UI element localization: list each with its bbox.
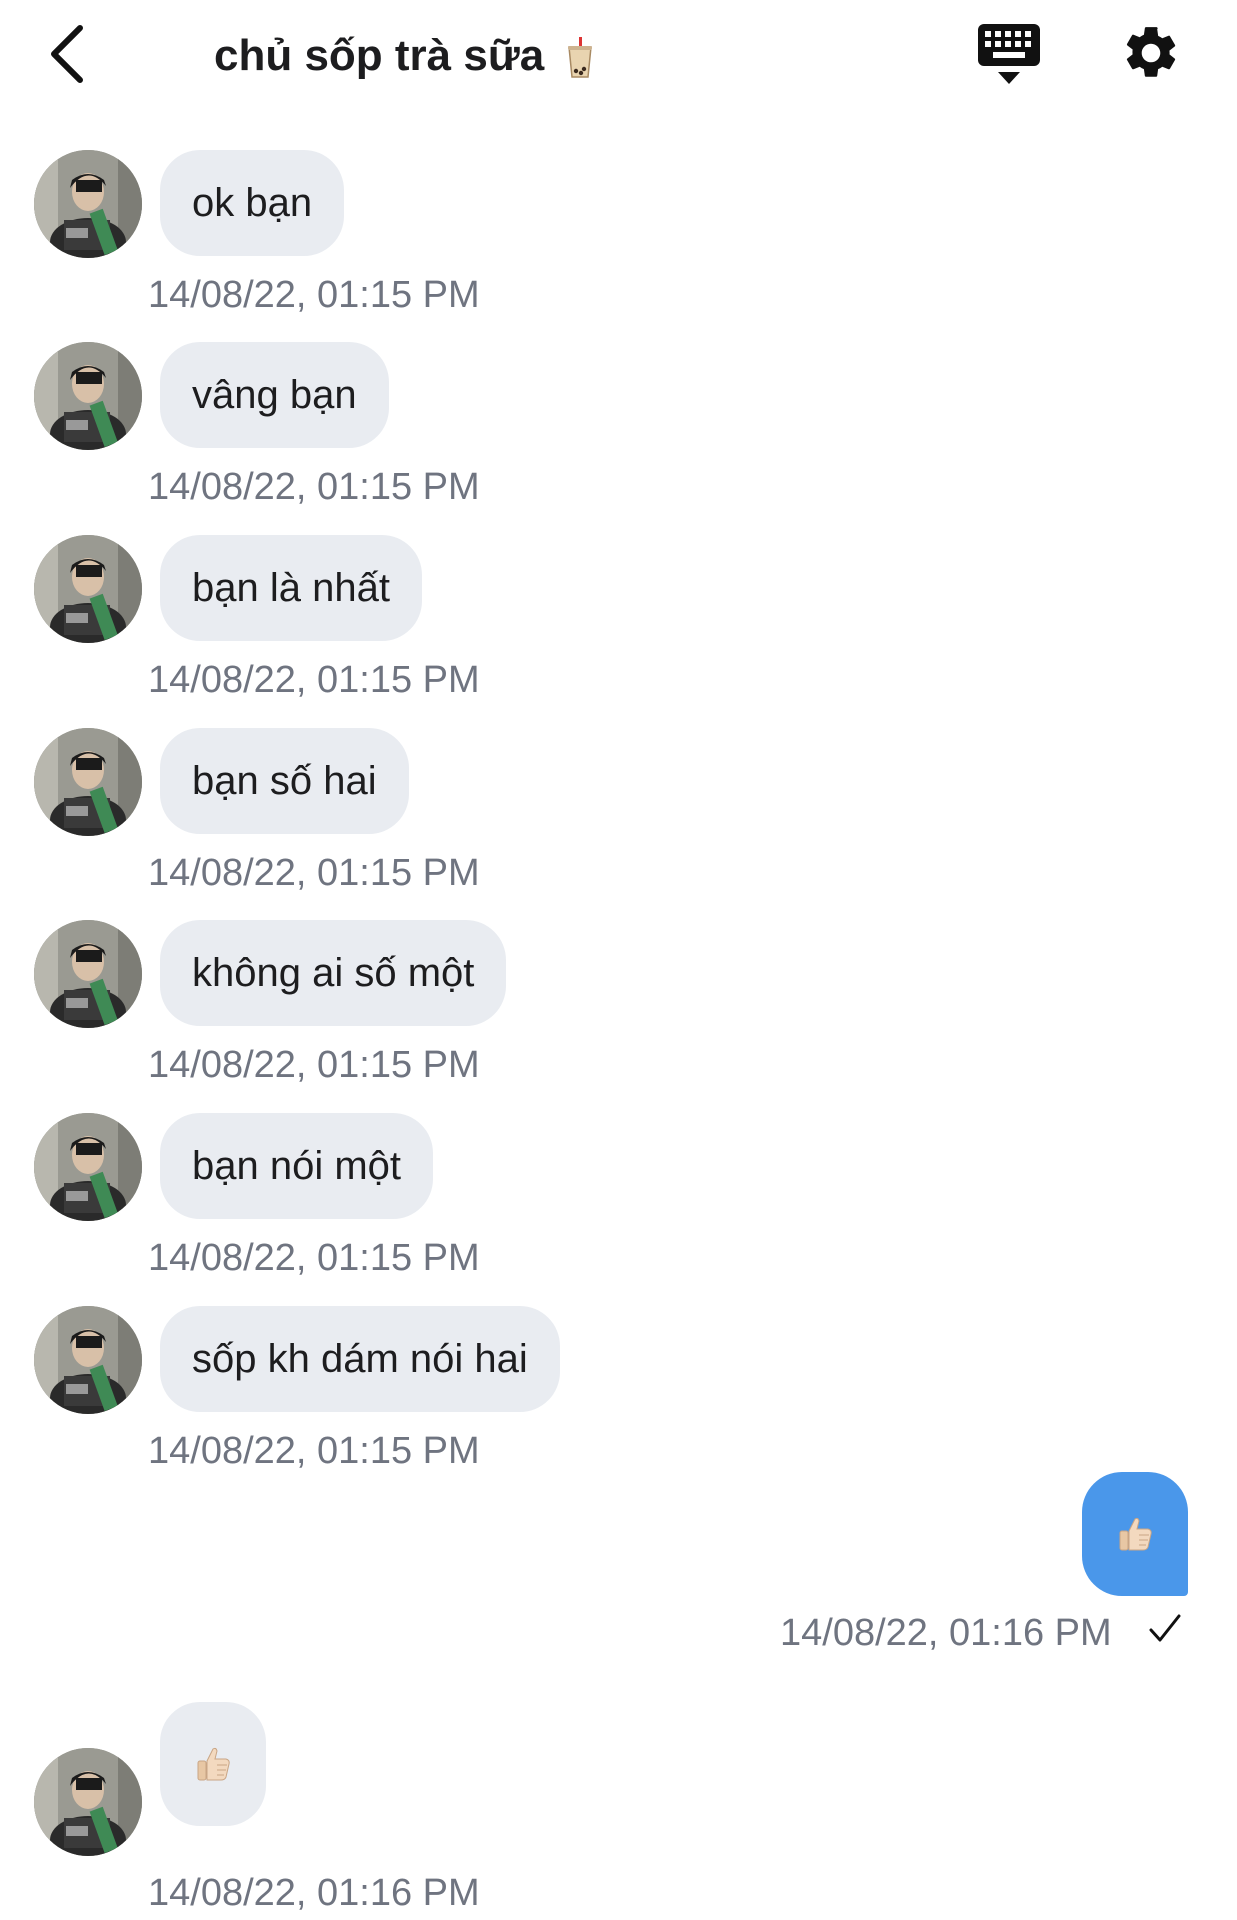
bubble-tea-icon [568, 37, 593, 79]
user-photo [34, 150, 142, 258]
incoming-message-bubble[interactable]: không ai số một [160, 920, 507, 1026]
message-timestamp: 14/08/22, 01:16 PM [780, 1612, 1112, 1654]
avatar[interactable] [34, 1306, 142, 1414]
user-photo [34, 1306, 142, 1414]
avatar[interactable] [34, 150, 142, 258]
chat-title: chủ sốp trà sữa [214, 26, 594, 86]
outgoing-message-bubble[interactable] [1082, 1472, 1188, 1596]
message-text: vâng bạn [192, 373, 357, 417]
message-text: không ai số một [192, 951, 475, 995]
message-text: bạn là nhất [192, 566, 390, 610]
incoming-message-bubble[interactable] [160, 1702, 266, 1826]
incoming-message-bubble[interactable]: bạn số hai [160, 728, 409, 834]
avatar[interactable] [34, 728, 142, 836]
keyboard-icon [978, 24, 1040, 84]
incoming-message-bubble[interactable]: ok bạn [160, 150, 345, 256]
checkmark-icon [1149, 1614, 1181, 1642]
user-photo [34, 1113, 142, 1221]
incoming-message-bubble[interactable]: bạn là nhất [160, 535, 422, 641]
avatar[interactable] [34, 920, 142, 1028]
message-timestamp: 14/08/22, 01:15 PM [148, 659, 480, 701]
keyboard-toggle-button[interactable] [976, 22, 1042, 88]
chat-title-text: chủ sốp trà sữa [214, 31, 545, 80]
incoming-message-bubble[interactable]: sốp kh dám nói hai [160, 1306, 560, 1412]
chat-header: chủ sốp trà sữa [0, 0, 1237, 112]
message-timestamp: 14/08/22, 01:15 PM [148, 1237, 480, 1279]
user-photo [34, 920, 142, 1028]
message-text: ok bạn [192, 181, 313, 225]
user-photo [34, 728, 142, 836]
user-photo [34, 342, 142, 450]
back-button[interactable] [44, 22, 94, 86]
incoming-message-bubble[interactable]: vâng bạn [160, 342, 389, 448]
message-timestamp: 14/08/22, 01:15 PM [148, 466, 480, 508]
message-text: bạn số hai [192, 759, 377, 803]
user-photo [34, 535, 142, 643]
incoming-message-bubble[interactable]: bạn nói một [160, 1113, 434, 1219]
thumbs-up-icon [193, 1744, 233, 1784]
avatar[interactable] [34, 535, 142, 643]
message-timestamp: 14/08/22, 01:15 PM [148, 274, 480, 316]
message-timestamp: 14/08/22, 01:16 PM [148, 1872, 480, 1914]
avatar[interactable] [34, 1113, 142, 1221]
gear-icon [1126, 27, 1176, 77]
user-photo [34, 1748, 142, 1856]
message-timestamp: 14/08/22, 01:15 PM [148, 1044, 480, 1086]
message-timestamp: 14/08/22, 01:15 PM [148, 852, 480, 894]
chevron-left-icon [51, 25, 83, 83]
avatar[interactable] [34, 1748, 142, 1856]
thumbs-up-icon [1115, 1514, 1155, 1554]
message-timestamp: 14/08/22, 01:15 PM [148, 1430, 480, 1472]
message-text: sốp kh dám nói hai [192, 1337, 528, 1381]
settings-button[interactable] [1120, 22, 1182, 84]
message-text: bạn nói một [192, 1144, 402, 1188]
avatar[interactable] [34, 342, 142, 450]
